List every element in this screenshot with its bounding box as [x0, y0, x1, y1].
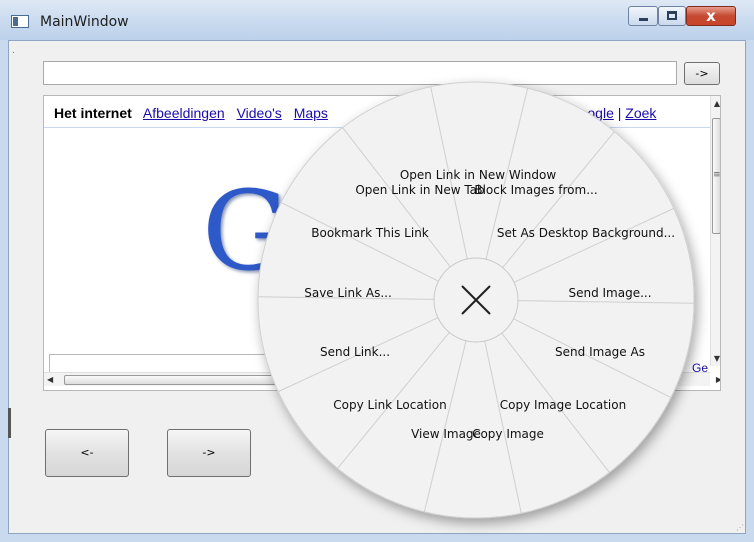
menu-item-copy-image[interactable]: Copy Image	[472, 427, 544, 441]
scroll-up-icon[interactable]: ▲	[711, 99, 720, 108]
menu-item-open-new-window[interactable]: Open Link in New Window	[400, 168, 556, 182]
menu-item-send-link[interactable]: Send Link...	[320, 345, 390, 359]
gbar-link-images[interactable]: Afbeeldingen	[143, 105, 225, 121]
window-title: MainWindow	[40, 14, 129, 30]
menu-item-send-image[interactable]: Send Image...	[568, 286, 651, 300]
title-bar[interactable]: MainWindow x	[0, 0, 754, 40]
menu-bar-marker: .	[12, 46, 15, 56]
app-icon	[11, 15, 29, 28]
scroll-grip-icon: ≡	[713, 170, 721, 180]
window-frame-bottom	[0, 534, 754, 542]
back-button[interactable]: <-	[45, 429, 129, 477]
menu-item-save-link-as[interactable]: Save Link As...	[304, 286, 392, 300]
vertical-scrollbar[interactable]: ▲ ≡ ▼	[710, 96, 721, 366]
forward-button[interactable]: ->	[167, 429, 251, 477]
window-frame-left	[0, 40, 8, 542]
menu-item-bookmark-link[interactable]: Bookmark This Link	[311, 226, 429, 240]
menu-item-block-images[interactable]: Block Images from...	[474, 183, 597, 197]
menu-item-copy-image-location[interactable]: Copy Image Location	[500, 398, 626, 412]
gbar-current: Het internet	[54, 105, 132, 121]
menu-item-view-image[interactable]: View Image	[411, 427, 481, 441]
radial-menu-graphic	[257, 81, 695, 519]
window-frame-right	[746, 40, 754, 542]
minimize-button[interactable]	[628, 6, 658, 26]
close-window-icon: x	[706, 7, 716, 25]
scroll-down-icon[interactable]: ▼	[711, 354, 720, 363]
menu-item-set-desktop-background[interactable]: Set As Desktop Background...	[497, 226, 675, 240]
window-edge-marker	[8, 408, 11, 438]
menu-item-copy-link-location[interactable]: Copy Link Location	[333, 398, 446, 412]
menu-item-open-new-tab[interactable]: Open Link in New Tab	[355, 183, 484, 197]
close-window-button[interactable]: x	[686, 6, 736, 26]
radial-context-menu: Open Link in New Window Open Link in New…	[256, 80, 696, 520]
maximize-icon	[667, 11, 677, 20]
menu-item-send-image-as[interactable]: Send Image As	[555, 345, 645, 359]
minimize-icon	[639, 18, 648, 21]
resize-grip-icon[interactable]: ⋰	[736, 523, 744, 532]
scroll-right-icon[interactable]: ▶	[716, 373, 720, 386]
scroll-left-icon[interactable]: ◀	[47, 373, 53, 386]
maximize-button[interactable]	[658, 6, 686, 26]
